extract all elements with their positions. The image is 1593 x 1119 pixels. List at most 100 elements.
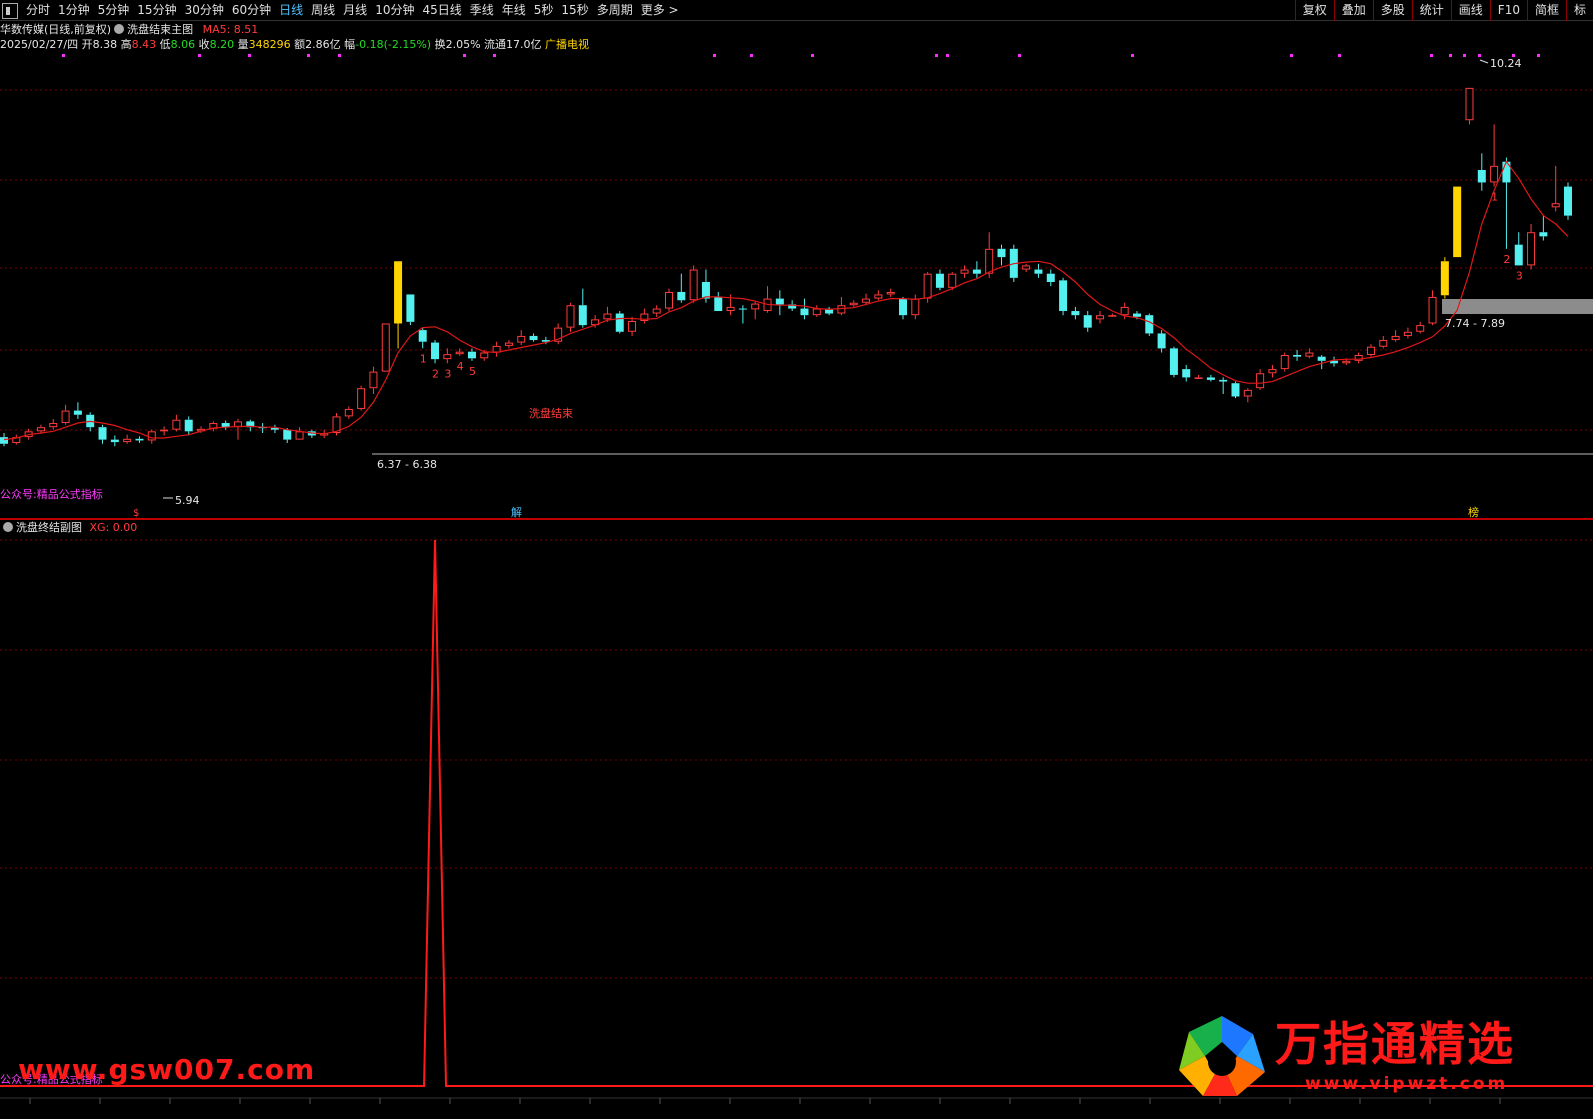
candlestick[interactable] (1145, 313, 1154, 336)
candlestick[interactable] (467, 348, 476, 361)
candlestick[interactable] (1330, 356, 1339, 367)
candlestick[interactable] (110, 435, 119, 447)
candlestick[interactable] (258, 423, 267, 433)
candlestick[interactable] (1416, 321, 1425, 334)
candlestick[interactable] (394, 261, 403, 349)
candlestick[interactable] (1354, 352, 1363, 364)
candlestick[interactable] (1169, 346, 1178, 378)
candlestick[interactable] (1059, 277, 1068, 316)
candlestick[interactable] (246, 419, 255, 432)
candlestick[interactable] (1490, 124, 1499, 187)
candlestick[interactable] (1440, 257, 1449, 299)
candlestick[interactable] (1022, 263, 1031, 273)
candlestick[interactable] (369, 366, 378, 394)
candlestick[interactable] (849, 300, 858, 307)
candlestick[interactable] (1564, 182, 1572, 220)
candlestick[interactable] (1182, 364, 1191, 382)
kline-chart[interactable]: 12 34 5123 10.24 5.94 6.37 - 6.38 7.74 - 7… (0, 0, 1593, 1119)
candlestick[interactable] (1194, 374, 1203, 380)
event-jie-marker[interactable]: 解 (511, 505, 522, 519)
candlestick[interactable] (886, 288, 895, 297)
candlestick[interactable] (1514, 232, 1523, 266)
candlestick[interactable] (1465, 87, 1474, 125)
candlestick[interactable] (344, 406, 353, 419)
candlestick[interactable] (652, 305, 661, 317)
candlestick[interactable] (1403, 327, 1412, 339)
candlestick[interactable] (1219, 377, 1228, 394)
candlestick[interactable] (221, 420, 230, 430)
candlestick[interactable] (431, 340, 440, 364)
candlestick[interactable] (1428, 290, 1437, 326)
candlestick[interactable] (1293, 350, 1302, 361)
candlestick[interactable] (1391, 330, 1400, 342)
candlestick[interactable] (1527, 223, 1536, 270)
candlestick[interactable] (751, 301, 760, 320)
candlestick[interactable] (135, 436, 144, 443)
candlestick[interactable] (1256, 369, 1265, 390)
candlestick[interactable] (1379, 335, 1388, 349)
candlestick[interactable] (898, 296, 907, 320)
candlestick[interactable] (578, 288, 587, 328)
candlestick[interactable] (1096, 311, 1105, 324)
candlestick[interactable] (554, 323, 563, 345)
event-s-marker[interactable]: $ (133, 508, 139, 519)
candlestick[interactable] (911, 294, 920, 320)
candlestick[interactable] (295, 427, 304, 440)
candlestick[interactable] (1502, 157, 1511, 249)
candlestick[interactable] (1539, 215, 1548, 241)
candlestick[interactable] (997, 244, 1006, 266)
candlestick[interactable] (1231, 381, 1240, 399)
candlestick[interactable] (123, 434, 132, 444)
event-bang-marker[interactable]: 榜 (1468, 505, 1479, 519)
candlestick[interactable] (381, 323, 390, 372)
candlestick[interactable] (1268, 364, 1277, 378)
candlestick[interactable] (837, 296, 846, 316)
candlestick[interactable] (49, 418, 58, 430)
candlestick[interactable] (1034, 263, 1043, 278)
candlestick[interactable] (492, 341, 501, 357)
candlestick[interactable] (763, 286, 772, 313)
candlestick[interactable] (1071, 306, 1080, 320)
candlestick[interactable] (12, 434, 21, 445)
candlestick[interactable] (270, 424, 279, 433)
candlestick[interactable] (738, 305, 747, 324)
sub-indicator-toggle-icon[interactable] (3, 522, 13, 532)
candlestick[interactable] (615, 311, 624, 334)
candlestick[interactable] (172, 414, 181, 432)
candlestick[interactable] (1243, 388, 1252, 403)
candlestick[interactable] (1108, 313, 1117, 317)
candlestick[interactable] (443, 348, 452, 364)
candlestick[interactable] (825, 306, 834, 316)
candlestick[interactable] (406, 294, 415, 326)
candlestick[interactable] (1083, 311, 1092, 332)
candlestick[interactable] (566, 302, 575, 332)
candlestick[interactable] (972, 261, 981, 278)
candlestick[interactable] (689, 265, 698, 303)
candlestick[interactable] (233, 418, 242, 440)
candlestick[interactable] (775, 290, 784, 316)
candlestick[interactable] (677, 273, 686, 303)
candlestick[interactable] (1157, 330, 1166, 353)
candlestick[interactable] (714, 291, 723, 312)
candlestick[interactable] (874, 290, 883, 301)
candlestick[interactable] (529, 333, 538, 342)
candlestick[interactable] (1046, 269, 1055, 287)
candlestick[interactable] (455, 348, 464, 356)
candlestick[interactable] (800, 298, 809, 320)
candlestick[interactable] (935, 269, 944, 291)
candlestick[interactable] (160, 426, 169, 436)
candlestick[interactable] (307, 429, 316, 438)
candlestick[interactable] (812, 305, 821, 317)
candlestick[interactable] (73, 402, 82, 419)
candlestick[interactable] (628, 316, 637, 336)
candlestick[interactable] (640, 308, 649, 324)
candlestick[interactable] (98, 424, 107, 444)
sub-indicator-name[interactable]: 洗盘终结副图 (16, 521, 82, 534)
candlestick[interactable] (184, 416, 193, 436)
candlestick[interactable] (665, 288, 674, 312)
candlestick[interactable] (1280, 352, 1289, 372)
candlestick[interactable] (960, 265, 969, 278)
candlestick[interactable] (1551, 165, 1560, 212)
candlestick[interactable] (357, 385, 366, 411)
candlestick[interactable] (1366, 344, 1375, 357)
